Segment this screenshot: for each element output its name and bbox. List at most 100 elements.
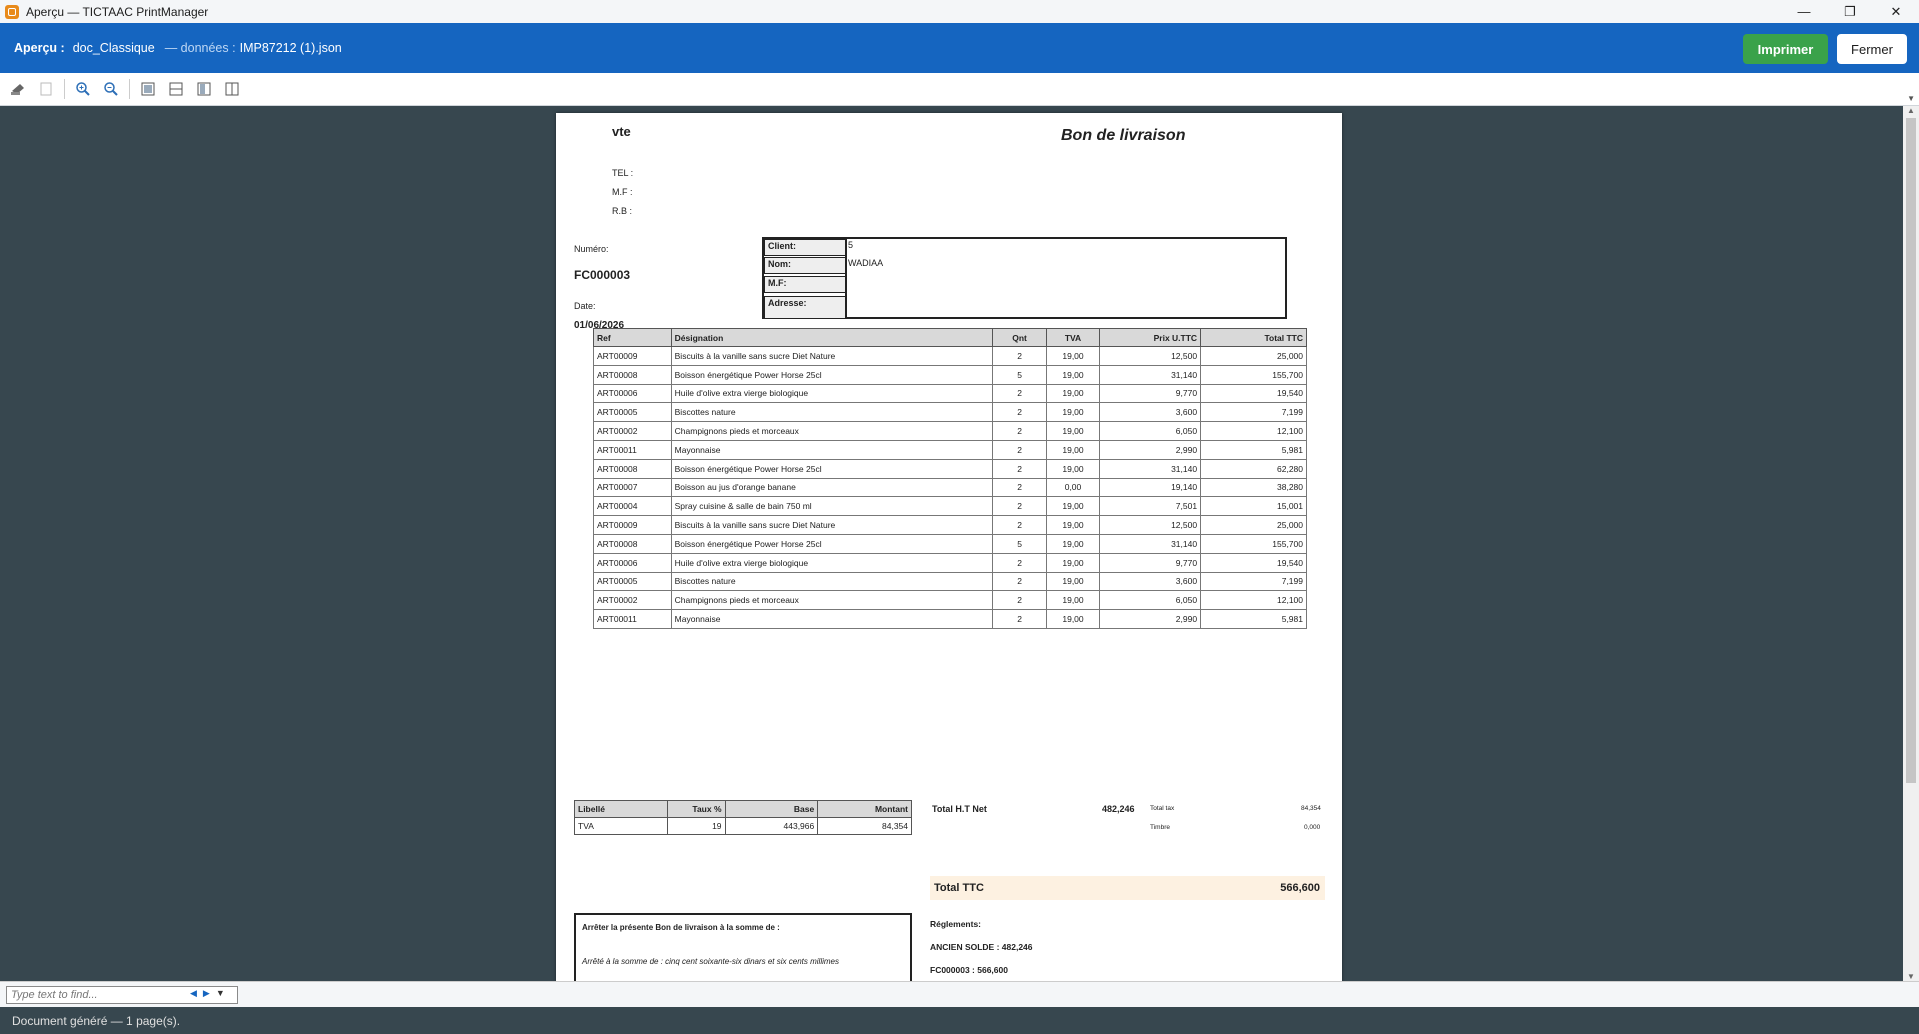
scroll-thumb[interactable]: [1906, 118, 1916, 783]
item-tva: 19,00: [1045, 496, 1101, 517]
find-next-icon[interactable]: ▶: [203, 988, 210, 999]
toolbar-overflow-icon[interactable]: ▼: [1907, 94, 1915, 103]
item-prix: 9,770: [1099, 552, 1202, 573]
item-qnt: 2: [992, 458, 1047, 479]
company-mf: M.F :: [612, 187, 633, 197]
find-previous-icon[interactable]: ◀: [190, 988, 197, 999]
item-qnt: 2: [992, 571, 1047, 592]
item-designation: Boisson énergétique Power Horse 25cl: [670, 364, 994, 385]
find-options-icon[interactable]: ▼: [216, 988, 225, 999]
item-ref: ART00008: [593, 458, 672, 479]
item-qnt: 5: [992, 364, 1047, 385]
preview-header: Aperçu : doc_Classique — données : IMP87…: [0, 23, 1919, 73]
table-row: ART00005 Biscottes nature 2 19,00 3,600 7,199: [593, 402, 1307, 423]
items-table: Ref Désignation Qnt TVA Prix U.TTC Total…: [593, 328, 1307, 629]
minimize-button[interactable]: —: [1781, 0, 1827, 23]
item-total: 155,700: [1200, 533, 1307, 554]
document-viewer[interactable]: vte Bon de livraison TEL : M.F : R.B : N…: [0, 106, 1903, 981]
item-designation: Boisson énergétique Power Horse 25cl: [670, 533, 994, 554]
item-tva: 19,00: [1045, 346, 1101, 366]
item-tva: 19,00: [1045, 609, 1101, 629]
item-designation: Champignons pieds et morceaux: [670, 421, 994, 441]
item-qnt: 2: [992, 515, 1047, 535]
vertical-scrollbar[interactable]: ▲ ▼: [1903, 106, 1919, 981]
item-designation: Boisson au jus d'orange banane: [670, 477, 994, 498]
item-total: 12,100: [1200, 590, 1307, 611]
close-button[interactable]: Fermer: [1837, 34, 1907, 64]
table-row: ART00008 Boisson énergétique Power Horse …: [593, 458, 1307, 479]
timbre-value: 0,000: [1304, 824, 1321, 831]
col-total: Total TTC: [1200, 328, 1307, 347]
table-row: ART00011 Mayonnaise 2 19,00 2,990 5,981: [593, 439, 1307, 460]
table-row: ART00008 Boisson énergétique Power Horse …: [593, 533, 1307, 554]
tva-libelle: TVA: [574, 817, 668, 835]
fit-page-icon[interactable]: [136, 77, 160, 101]
item-ref: ART00011: [593, 439, 672, 460]
item-designation: Boisson énergétique Power Horse 25cl: [670, 458, 994, 479]
item-tva: 19,00: [1045, 552, 1101, 573]
item-ref: ART00002: [593, 421, 672, 441]
total-tax-value: 84,354: [1301, 805, 1321, 812]
total-ht-value: 482,246: [1102, 804, 1135, 814]
item-prix: 6,050: [1099, 590, 1202, 611]
item-tva: 19,00: [1045, 571, 1101, 592]
item-qnt: 2: [992, 609, 1047, 629]
two-pages-icon[interactable]: [220, 77, 244, 101]
tva-table: Libellé Taux % Base Montant TVA 19 443,9…: [574, 800, 912, 835]
tva-montant: 84,354: [817, 817, 912, 835]
client-box: Client: 5 Nom: WADIAA M.F: Adresse:: [762, 237, 1287, 319]
items-header-row: Ref Désignation Qnt TVA Prix U.TTC Total…: [593, 328, 1307, 347]
item-prix: 31,140: [1099, 364, 1202, 385]
date-label: Date:: [574, 301, 596, 311]
window-title: Aperçu — TICTAAC PrintManager: [26, 4, 209, 19]
table-row: ART00011 Mayonnaise 2 19,00 2,990 5,981: [593, 609, 1307, 629]
scroll-down-icon[interactable]: ▼: [1903, 972, 1919, 981]
item-tva: 19,00: [1045, 364, 1101, 385]
doc-name: doc_Classique: [72, 41, 155, 55]
item-designation: Champignons pieds et morceaux: [670, 590, 994, 611]
item-total: 19,540: [1200, 383, 1307, 404]
tva-taux: 19: [666, 817, 726, 835]
table-row: ART00009 Biscuits à la vanille sans sucre…: [593, 346, 1307, 366]
item-ref: ART00008: [593, 364, 672, 385]
arret-text: Arrêté à la somme de : cinq cent soixant…: [582, 957, 839, 966]
item-tva: 19,00: [1045, 533, 1101, 554]
item-total: 25,000: [1200, 346, 1307, 366]
fit-width-icon[interactable]: [164, 77, 188, 101]
item-qnt: 2: [992, 383, 1047, 404]
item-total: 19,540: [1200, 552, 1307, 573]
item-tva: 19,00: [1045, 439, 1101, 460]
total-tax-label: Total tax: [1150, 805, 1175, 812]
single-page-icon[interactable]: [192, 77, 216, 101]
item-designation: Mayonnaise: [670, 609, 994, 629]
item-ref: ART00002: [593, 590, 672, 611]
item-tva: 19,00: [1045, 515, 1101, 535]
item-prix: 2,990: [1099, 439, 1202, 460]
close-window-button[interactable]: ✕: [1873, 0, 1919, 23]
col-tva: TVA: [1045, 328, 1101, 347]
item-tva: 19,00: [1045, 458, 1101, 479]
reglements-label: Réglements:: [930, 919, 982, 929]
item-ref: ART00006: [593, 383, 672, 404]
scroll-up-icon[interactable]: ▲: [1903, 106, 1919, 115]
client-label: Client:: [764, 239, 846, 256]
tva-col-libelle: Libellé: [574, 800, 668, 818]
print-button[interactable]: Imprimer: [1743, 34, 1828, 64]
document-title: Bon de livraison: [1061, 127, 1186, 144]
numero-label: Numéro:: [574, 244, 609, 254]
zoom-in-icon[interactable]: [71, 77, 95, 101]
item-qnt: 2: [992, 552, 1047, 573]
item-designation: Spray cuisine & salle de bain 750 ml: [670, 496, 994, 517]
app-icon: [5, 4, 19, 19]
print-icon[interactable]: [6, 77, 30, 101]
item-prix: 7,501: [1099, 496, 1202, 517]
table-row: ART00002 Champignons pieds et morceaux 2 19…: [593, 590, 1307, 611]
item-total: 38,280: [1200, 477, 1307, 498]
item-prix: 9,770: [1099, 383, 1202, 404]
maximize-button[interactable]: ❐: [1827, 0, 1873, 23]
zoom-out-icon[interactable]: [99, 77, 123, 101]
item-prix: 19,140: [1099, 477, 1202, 498]
item-designation: Biscuits à la vanille sans sucre Diet Na…: [670, 346, 994, 366]
page-setup-icon[interactable]: [34, 77, 58, 101]
title-bar: Aperçu — TICTAAC PrintManager — ❐ ✕: [0, 0, 1919, 23]
